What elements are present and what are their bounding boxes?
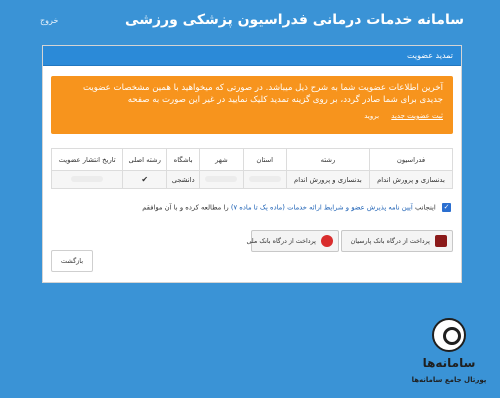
- col-federation: فدراسیون: [368, 148, 454, 171]
- top-bar: سامانه خدمات درمانی فدراسیون پزشکی ورزشی…: [0, 0, 500, 45]
- col-club: باشگاه: [166, 148, 201, 171]
- redacted-value: [205, 175, 238, 182]
- alert-message: آخرین اطلاعات عضویت شما به شرح ذیل میباش…: [82, 83, 443, 105]
- app-title: سامانه خدمات درمانی فدراسیون پزشکی ورزشی: [125, 12, 464, 28]
- agreement-suffix: را مطالعه کرده و با آن موافقم: [142, 203, 229, 212]
- agreement-prefix: اینجانب: [414, 203, 436, 212]
- membership-table: فدراسیون رشته استان شهر باشگاه رشته اصلی…: [50, 148, 454, 189]
- agreement-row: ✓ اینجانب آیین نامه پذیرش عضو و شرایط ار…: [51, 203, 451, 212]
- col-province: استان: [242, 148, 287, 171]
- cell-city: [199, 170, 244, 189]
- watermark-subtitle: پورتال جامع سامانه‌ها: [411, 376, 487, 384]
- col-discipline: رشته: [285, 148, 370, 171]
- panel-title: تمدید عضویت: [43, 46, 461, 66]
- watermark-name: سامانه‌ها: [422, 356, 476, 370]
- redacted-value: [71, 175, 104, 182]
- cell-club: دانشجی: [166, 170, 201, 189]
- go-label: بروید: [364, 112, 380, 120]
- pay-mellat-label: پرداخت از درگاه بانک ملی: [246, 237, 316, 245]
- mellat-bank-icon: [321, 235, 333, 247]
- alert-actions: ثبت عضویت جدید بروید: [61, 112, 443, 120]
- pay-parsian-label: پرداخت از درگاه بانک پارسیان: [350, 237, 430, 245]
- col-main-discipline: رشته اصلی: [122, 148, 168, 171]
- new-membership-link[interactable]: ثبت عضویت جدید: [391, 112, 443, 120]
- back-button[interactable]: بازگشت: [51, 250, 93, 272]
- agree-checkbox[interactable]: ✓: [442, 203, 451, 212]
- col-city: شهر: [199, 148, 244, 171]
- info-alert: آخرین اطلاعات عضویت شما به شرح ذیل میباش…: [51, 76, 453, 134]
- check-icon: ✔: [122, 170, 168, 189]
- parsian-bank-icon: [435, 235, 447, 247]
- col-issue-date: تاریخ انتشار عضویت: [50, 148, 124, 171]
- terms-link[interactable]: آیین نامه پذیرش عضو و شرایط ارائه خدمات …: [231, 204, 413, 212]
- watermark-icon: [432, 318, 466, 352]
- table-header-row: فدراسیون رشته استان شهر باشگاه رشته اصلی…: [50, 148, 454, 171]
- redacted-value: [248, 175, 281, 182]
- table-row: بدنسازی و پرورش اندام بدنسازی و پرورش ان…: [50, 170, 454, 189]
- pay-parsian-button[interactable]: پرداخت از درگاه بانک پارسیان: [341, 230, 453, 252]
- renewal-panel: تمدید عضویت آخرین اطلاعات عضویت شما به ش…: [42, 45, 462, 283]
- pay-mellat-button[interactable]: پرداخت از درگاه بانک ملی: [246, 230, 339, 252]
- watermark-logo: سامانه‌ها پورتال جامع سامانه‌ها: [404, 318, 494, 396]
- cell-federation: بدنسازی و پرورش اندام: [368, 170, 454, 189]
- logout-link[interactable]: خروج: [40, 16, 58, 25]
- cell-issue-date: [50, 170, 124, 189]
- cell-province: [242, 170, 287, 189]
- cell-discipline: بدنسازی و پرورش اندام: [285, 170, 370, 189]
